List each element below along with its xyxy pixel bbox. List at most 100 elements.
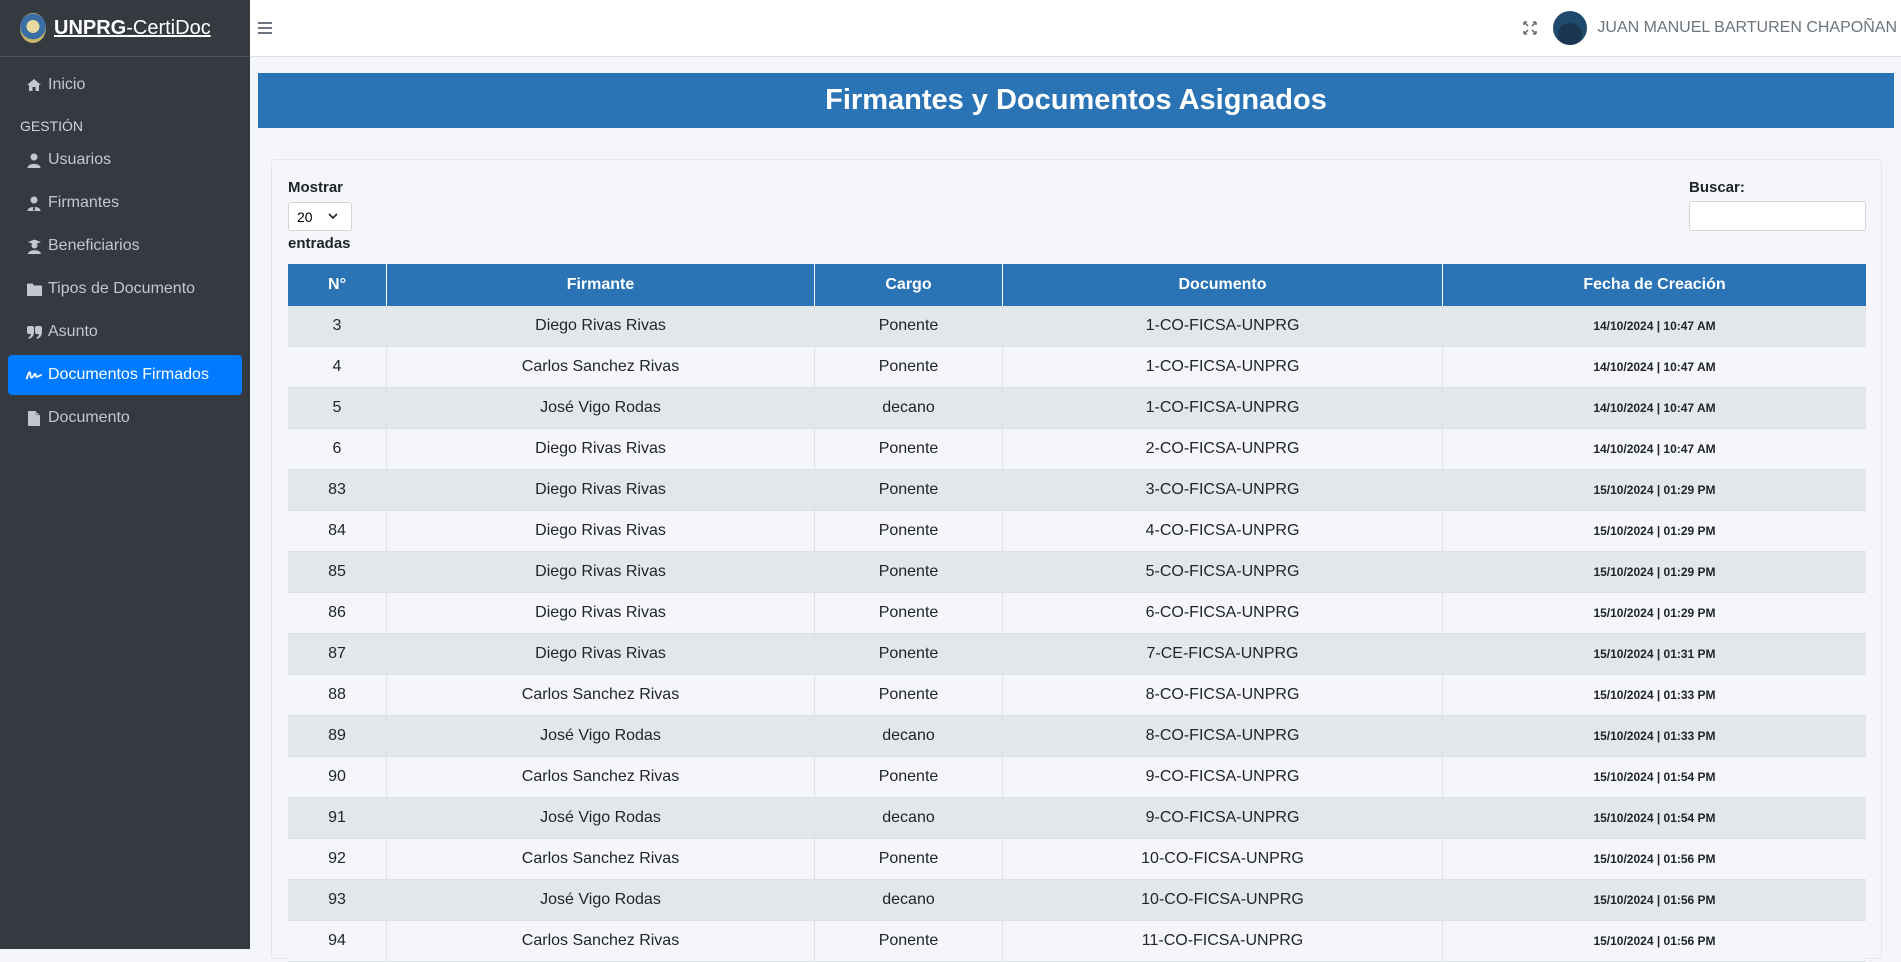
- sidebar-item-asunto[interactable]: Asunto: [8, 312, 242, 352]
- cell-fecha: 15/10/2024 | 01:31 PM: [1442, 633, 1866, 675]
- sidebar-item-documentos-firmados[interactable]: Documentos Firmados: [8, 355, 242, 395]
- column-header-fecha[interactable]: Fecha de Creación: [1442, 264, 1866, 306]
- cell-firmante: José Vigo Rodas: [386, 387, 815, 429]
- cell-fecha: 15/10/2024 | 01:33 PM: [1442, 674, 1866, 716]
- sidebar-item-label: Asunto: [48, 323, 98, 340]
- cell-cargo: decano: [814, 715, 1003, 757]
- avatar[interactable]: [1553, 11, 1588, 45]
- cell-number: 92: [288, 838, 387, 880]
- cell-cargo: Ponente: [814, 306, 1003, 347]
- cell-fecha: 14/10/2024 | 10:47 AM: [1442, 387, 1866, 429]
- brand-title[interactable]: UNPRG-CertiDoc: [54, 17, 211, 40]
- cell-fecha: 15/10/2024 | 01:56 PM: [1442, 838, 1866, 880]
- cell-number: 84: [288, 510, 387, 552]
- cell-documento: 6-CO-FICSA-UNPRG: [1002, 592, 1443, 634]
- quote-icon: [26, 324, 42, 340]
- cell-documento: 11-CO-FICSA-UNPRG: [1002, 920, 1443, 962]
- cell-documento: 8-CO-FICSA-UNPRG: [1002, 674, 1443, 716]
- folder-icon: [26, 281, 42, 297]
- sidebar-item-label: Beneficiarios: [48, 237, 140, 254]
- sidebar-item-inicio[interactable]: Inicio: [8, 65, 242, 105]
- sidebar-section-header: GESTIÓN: [20, 118, 84, 134]
- search-input[interactable]: [1689, 201, 1866, 231]
- search-label: Buscar:: [1689, 179, 1745, 196]
- table-row: 87 Diego Rivas Rivas Ponente 7-CE-FICSA-UNP…: [288, 633, 1866, 675]
- home-icon: [26, 77, 42, 93]
- cell-documento: 7-CE-FICSA-UNPRG: [1002, 633, 1443, 675]
- cell-cargo: Ponente: [814, 838, 1003, 880]
- sidebar-item-label: Firmantes: [48, 194, 120, 211]
- column-header-documento[interactable]: Documento: [1002, 264, 1443, 306]
- cell-documento: 9-CO-FICSA-UNPRG: [1002, 756, 1443, 798]
- sidebar: UNPRG-CertiDoc Inicio GESTIÓN Usuarios F…: [0, 0, 250, 949]
- cell-firmante: Carlos Sanchez Rivas: [386, 346, 815, 388]
- cell-fecha: 15/10/2024 | 01:54 PM: [1442, 797, 1866, 839]
- table-row: 92 Carlos Sanchez Rivas Ponente 10-CO-FICSA…: [288, 838, 1866, 880]
- cell-fecha: 14/10/2024 | 10:47 AM: [1442, 306, 1866, 347]
- signers-table: N° Firmante Cargo Documento Fecha de Cre…: [288, 264, 1866, 962]
- cell-cargo: Ponente: [814, 592, 1003, 634]
- cell-number: 87: [288, 633, 387, 675]
- cell-fecha: 14/10/2024 | 10:47 AM: [1442, 346, 1866, 388]
- page-title: Firmantes y Documentos Asignados: [258, 73, 1894, 128]
- cell-documento: 10-CO-FICSA-UNPRG: [1002, 838, 1443, 880]
- cell-firmante: Carlos Sanchez Rivas: [386, 756, 815, 798]
- cell-number: 86: [288, 592, 387, 634]
- file-icon: [26, 410, 42, 426]
- cell-cargo: Ponente: [814, 920, 1003, 962]
- signature-icon: [26, 367, 42, 383]
- cell-cargo: decano: [814, 879, 1003, 921]
- table-row: 91 José Vigo Rodas decano 9-CO-FICSA-UNPRG 1…: [288, 797, 1866, 839]
- cell-documento: 3-CO-FICSA-UNPRG: [1002, 469, 1443, 511]
- cell-firmante: José Vigo Rodas: [386, 879, 815, 921]
- cell-fecha: 15/10/2024 | 01:29 PM: [1442, 469, 1866, 511]
- cell-number: 91: [288, 797, 387, 839]
- cell-number: 89: [288, 715, 387, 757]
- cell-firmante: José Vigo Rodas: [386, 797, 815, 839]
- cell-firmante: Diego Rivas Rivas: [386, 510, 815, 552]
- page-length-select[interactable]: 20: [288, 202, 352, 231]
- cell-firmante: Diego Rivas Rivas: [386, 592, 815, 634]
- cell-cargo: Ponente: [814, 551, 1003, 593]
- sidebar-item-label: Inicio: [48, 76, 86, 93]
- fullscreen-icon[interactable]: [1523, 21, 1538, 35]
- table-row: 5 José Vigo Rodas decano 1-CO-FICSA-UNPRG 14…: [288, 387, 1866, 429]
- user-icon: [26, 152, 42, 168]
- cell-cargo: Ponente: [814, 346, 1003, 388]
- column-header-firmante[interactable]: Firmante: [386, 264, 815, 306]
- cell-number: 94: [288, 920, 387, 962]
- cell-cargo: Ponente: [814, 428, 1003, 470]
- university-logo: [20, 13, 46, 43]
- cell-documento: 2-CO-FICSA-UNPRG: [1002, 428, 1443, 470]
- table-row: 85 Diego Rivas Rivas Ponente 5-CO-FICSA-UNP…: [288, 551, 1866, 593]
- user-name[interactable]: JUAN MANUEL BARTUREN CHAPOÑAN: [1597, 19, 1897, 37]
- cell-documento: 1-CO-FICSA-UNPRG: [1002, 306, 1443, 347]
- page-length-value: 20: [297, 208, 313, 225]
- cell-firmante: Carlos Sanchez Rivas: [386, 674, 815, 716]
- table-row: 84 Diego Rivas Rivas Ponente 4-CO-FICSA-UNP…: [288, 510, 1866, 552]
- cell-fecha: 14/10/2024 | 10:47 AM: [1442, 428, 1866, 470]
- cell-firmante: Diego Rivas Rivas: [386, 469, 815, 511]
- brand-link[interactable]: UNPRG-CertiDoc: [0, 0, 250, 57]
- sidebar-item-beneficiarios[interactable]: Beneficiarios: [8, 226, 242, 266]
- table-row: 3 Diego Rivas Rivas Ponente 1-CO-FICSA-UNPR…: [288, 306, 1866, 347]
- table-row: 90 Carlos Sanchez Rivas Ponente 9-CO-FICSA-…: [288, 756, 1866, 798]
- sidebar-item-firmantes[interactable]: Firmantes: [8, 183, 242, 223]
- cell-firmante: Diego Rivas Rivas: [386, 428, 815, 470]
- cell-fecha: 15/10/2024 | 01:54 PM: [1442, 756, 1866, 798]
- table-header-row: N° Firmante Cargo Documento Fecha de Cre…: [288, 264, 1866, 306]
- cell-cargo: decano: [814, 387, 1003, 429]
- page-length-label: Mostrar: [288, 179, 344, 196]
- sidebar-item-usuarios[interactable]: Usuarios: [8, 140, 242, 180]
- cell-number: 4: [288, 346, 387, 388]
- column-header-cargo[interactable]: Cargo: [814, 264, 1003, 306]
- table-body: 3 Diego Rivas Rivas Ponente 1-CO-FICSA-UNPR…: [288, 306, 1866, 962]
- sidebar-item-documento[interactable]: Documento: [8, 398, 242, 438]
- column-header-number[interactable]: N°: [288, 264, 387, 306]
- menu-toggle-icon[interactable]: [258, 17, 272, 40]
- cell-number: 6: [288, 428, 387, 470]
- sidebar-item-tipos-documento[interactable]: Tipos de Documento: [8, 269, 242, 309]
- cell-number: 85: [288, 551, 387, 593]
- chevron-down-icon: [327, 209, 339, 225]
- cell-documento: 5-CO-FICSA-UNPRG: [1002, 551, 1443, 593]
